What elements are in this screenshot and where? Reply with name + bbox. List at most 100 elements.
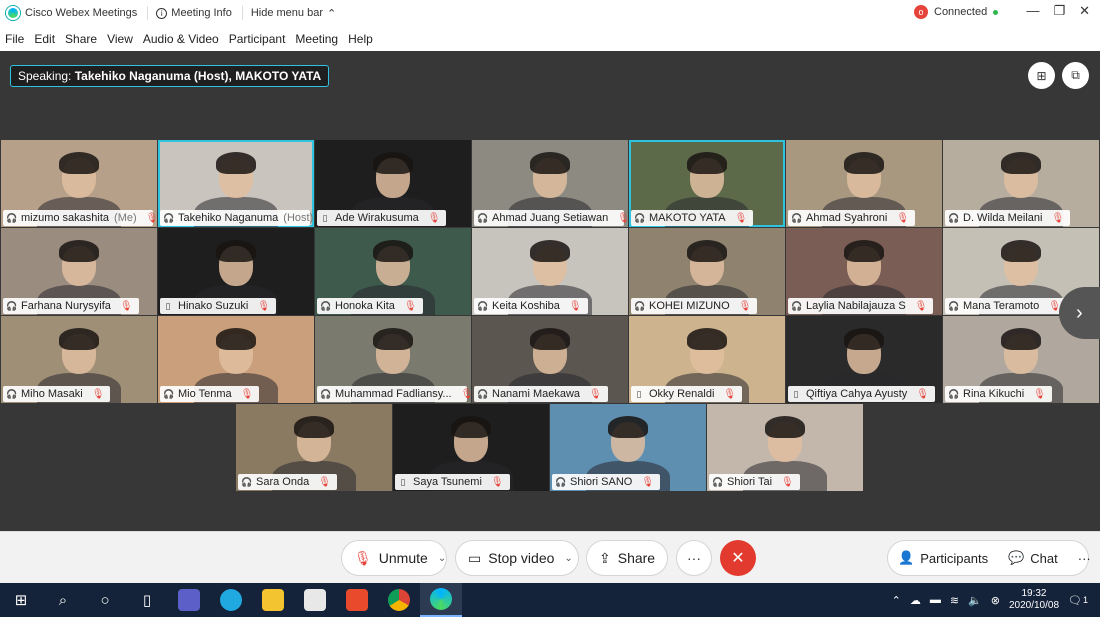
notifications-icon[interactable]: 🗨 [1068,594,1082,607]
chevron-down-icon[interactable]: ⌄ [438,553,446,564]
participant-nameplate: 🎧 Nanami Maekawa 🎙 [474,386,608,402]
antivirus-icon[interactable]: ⊗ [991,594,1000,607]
menu-edit[interactable]: Edit [34,32,55,46]
muted-mic-icon: 🎙 [896,212,910,224]
headset-icon: 🎧 [791,300,803,311]
layout-switch-button[interactable]: ⧉ [1062,62,1089,89]
speaking-label: Speaking: [18,69,72,83]
participant-tile[interactable]: 🎧 Nanami Maekawa 🎙 [472,316,628,403]
taskbar-app-office[interactable] [336,583,378,617]
taskbar-app-webex[interactable] [420,583,462,617]
participant-tile[interactable]: 🎧 Sara Onda 🎙 [236,404,392,491]
participant-tile[interactable]: 🎧 mizumo sakashita (Me) 🎙 [1,140,157,227]
participant-tile[interactable]: 🎧 Laylia Nabilajauza S 🎙 [786,228,942,315]
headset-icon: 🎧 [634,300,646,311]
stop-video-button[interactable]: ▭ Stop video ⌄ [455,540,579,576]
participant-tile[interactable]: 🎧 Ahmad Syahroni 🎙 [786,140,942,227]
participant-tile[interactable]: 🎧 Ahmad Juang Setiawan 🎙 [472,140,628,227]
meeting-info-button[interactable]: i Meeting Info [156,7,232,19]
participant-tile[interactable]: 🎧 Miho Masaki 🎙 [1,316,157,403]
start-button[interactable]: ⊞ [0,583,42,617]
participant-nameplate: ▯ Qiftiya Cahya Ayusty 🎙 [788,386,935,402]
volume-icon[interactable]: 🔈 [968,594,982,607]
more-options-button[interactable]: ··· [676,540,712,576]
participant-name: Ahmad Juang Setiawan [492,212,609,224]
leave-meeting-button[interactable]: ✕ [720,540,756,576]
muted-mic-icon: 🎙 [240,388,254,400]
chevron-up-icon[interactable]: ⌃ [892,594,901,607]
stop-video-label: Stop video [488,550,555,566]
participant-name: Mana Teramoto [963,300,1040,312]
share-button[interactable]: ⇪ Share [586,540,668,576]
video-hair [608,416,648,438]
taskbar-app-edge[interactable] [210,583,252,617]
clock-time: 19:32 [1021,588,1047,599]
participant-name: Laylia Nabilajauza S [806,300,906,312]
participant-tile[interactable]: 🎧 Shiori Tai 🎙 [707,404,863,491]
headset-icon: 🎧 [320,388,332,399]
participant-tile[interactable]: 🎧 KOHEI MIZUNO 🎙 [629,228,785,315]
cloud-icon[interactable]: ☁ [910,594,921,607]
participant-tile[interactable]: 🎧 Muhammad Fadliansy... 🎙 [315,316,471,403]
taskbar-app-mail[interactable] [168,583,210,617]
participant-tile[interactable]: ▯ Qiftiya Cahya Ayusty 🎙 [786,316,942,403]
taskbar-app-store[interactable] [294,583,336,617]
menu-participant[interactable]: Participant [229,32,286,46]
panel-more-button[interactable]: ··· [1068,541,1100,575]
participant-tile[interactable]: 🎧 D. Wilda Meilani 🎙 [943,140,1099,227]
task-view-button[interactable]: ▯ [126,583,168,617]
connection-status-label: Connected [934,6,988,18]
participant-tile[interactable]: 🎧Takehiko Naganuma(Host)🎙 [158,140,314,227]
battery-icon[interactable]: ▬ [930,594,941,606]
taskbar-app-chrome[interactable] [378,583,420,617]
participant-tile[interactable]: ▯ Okky Renaldi 🎙 [629,316,785,403]
wifi-icon[interactable]: ≋ [950,594,959,607]
chevron-down-icon[interactable]: ⌄ [564,553,572,564]
participants-icon: 👤 [898,550,915,565]
unmute-button[interactable]: 🎙 Unmute ⌄ [341,540,447,576]
participant-tile[interactable]: ▯ Saya Tsunemi 🎙 [393,404,549,491]
video-hair [216,240,256,262]
participant-nameplate: ▯ Okky Renaldi 🎙 [631,386,743,402]
participant-nameplate: ▯ Ade Wirakusuma 🎙 [317,210,447,226]
participant-tile[interactable]: 🎧 Honoka Kita 🎙 [315,228,471,315]
search-button[interactable]: ⌕ [42,583,84,617]
headset-icon: 🎧 [634,212,646,223]
participant-tile[interactable]: 🎧 MAKOTO YATA 🎙 [629,140,785,227]
minimize-icon[interactable]: — [1026,3,1039,19]
taskbar-app-explorer[interactable] [252,583,294,617]
participant-tile[interactable]: 🎧 Shiori SANO 🎙 [550,404,706,491]
headset-icon: 🎧 [477,300,489,311]
muted-mic-icon: 🎙 [641,476,655,488]
restore-icon[interactable]: ❐ [1053,3,1065,19]
menu-share[interactable]: Share [65,32,97,46]
cortana-button[interactable]: ○ [84,583,126,617]
close-icon[interactable]: ✕ [1079,3,1090,19]
muted-mic-icon: 🎙 [318,476,331,488]
participant-tile[interactable]: 🎧 Farhana Nurysyifa 🎙 [1,228,157,315]
participant-tile[interactable]: ▯ Ade Wirakusuma 🎙 [315,140,471,227]
chat-button[interactable]: 💬 Chat [998,541,1068,575]
participant-tile[interactable]: 🎧 Keita Koshiba 🎙 [472,228,628,315]
participants-button[interactable]: 👤 Participants [888,541,998,575]
participant-name: Keita Koshiba [492,300,560,312]
connection-status[interactable]: o Connected [914,5,999,19]
video-hair [373,152,413,174]
taskbar-clock[interactable]: 19:32 2020/10/08 [1009,588,1059,612]
video-hair [687,328,727,350]
participant-tile[interactable]: ▯ Hinako Suzuki 🎙 [158,228,314,315]
menu-help[interactable]: Help [348,32,373,46]
participant-name: Nanami Maekawa [492,388,581,400]
muted-mic-icon: 🎙 [914,300,928,312]
muted-mic-icon: 🎙 [1051,212,1065,224]
menu-view[interactable]: View [107,32,133,46]
video-hair [1001,328,1041,350]
hide-menu-bar-button[interactable]: Hide menu bar ⌃ [251,7,336,20]
grid-layout-button[interactable]: ⊞ [1028,62,1055,89]
menu-audio-video[interactable]: Audio & Video [143,32,219,46]
video-hair [216,152,256,174]
store-icon [304,589,326,611]
participant-tile[interactable]: 🎧 Mio Tenma 🎙 [158,316,314,403]
menu-meeting[interactable]: Meeting [295,32,338,46]
menu-file[interactable]: File [5,32,24,46]
